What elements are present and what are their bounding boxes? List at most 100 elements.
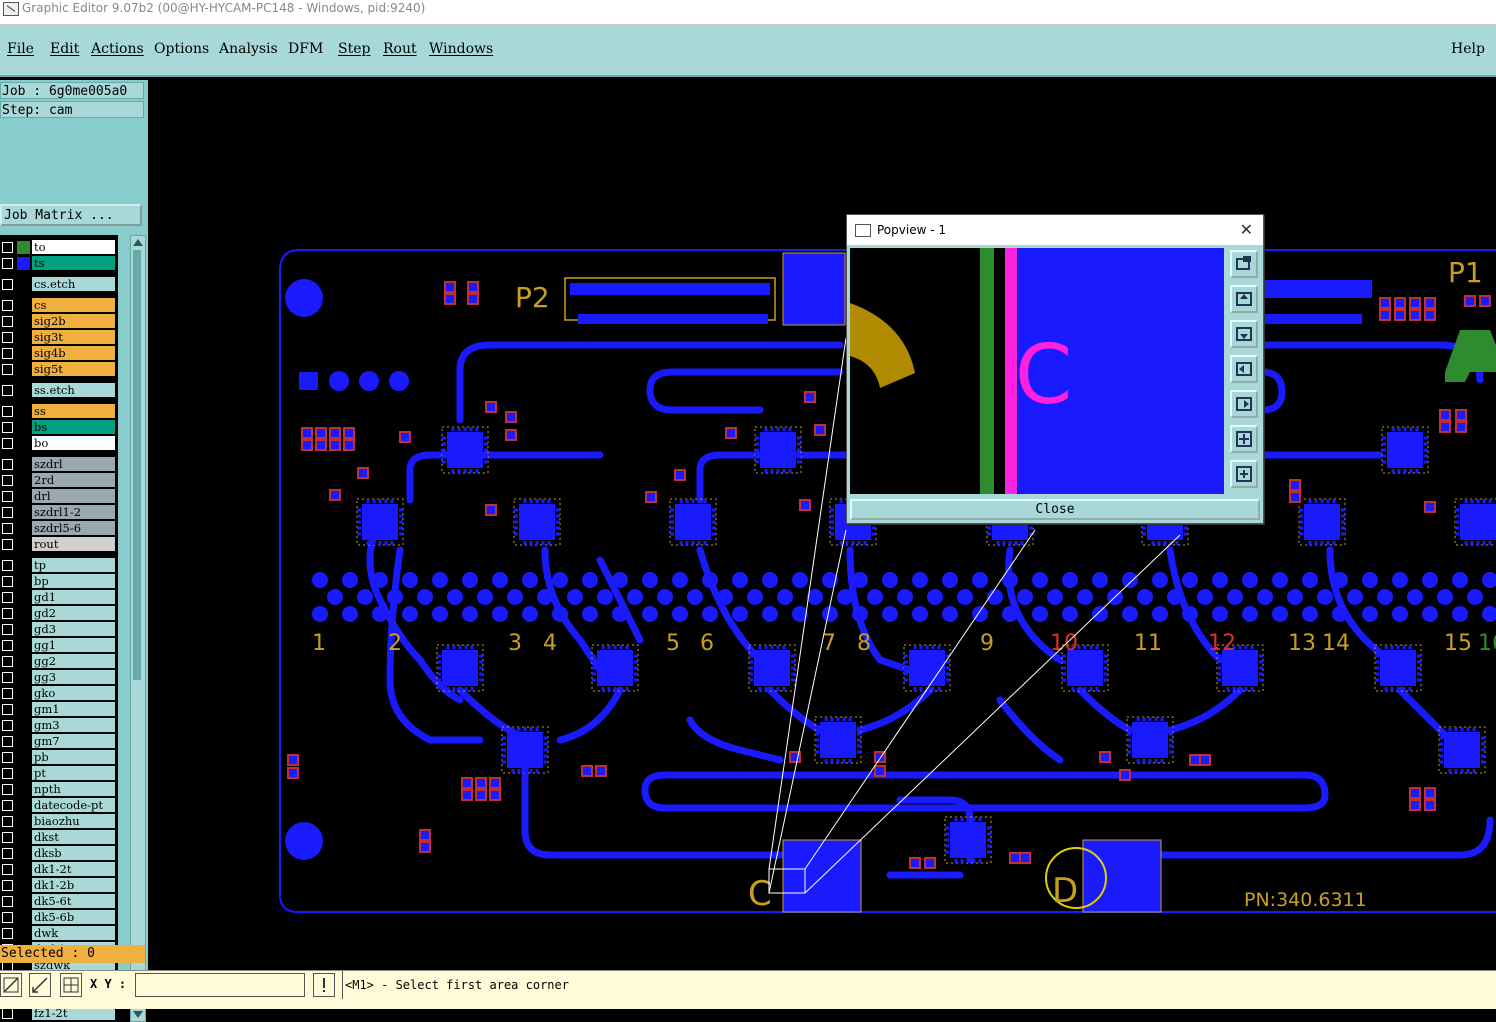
layer-color-swatch[interactable] xyxy=(17,895,30,908)
layer-row[interactable]: dksb xyxy=(0,846,118,861)
menu-options[interactable]: Options xyxy=(154,41,209,57)
layer-color-swatch[interactable] xyxy=(17,575,30,588)
layer-color-swatch[interactable] xyxy=(17,437,30,450)
layer-name[interactable]: dk5-6t xyxy=(32,894,115,908)
layer-color-swatch[interactable] xyxy=(17,687,30,700)
layer-checkbox[interactable] xyxy=(2,656,13,667)
layer-color-swatch[interactable] xyxy=(17,506,30,519)
layer-checkbox[interactable] xyxy=(2,316,13,327)
layer-checkbox[interactable] xyxy=(2,300,13,311)
select-mode-icon[interactable] xyxy=(0,973,22,997)
layer-checkbox[interactable] xyxy=(2,832,13,843)
layer-checkbox[interactable] xyxy=(2,720,13,731)
layer-row[interactable]: dk1-2t xyxy=(0,862,118,877)
layer-name[interactable]: gg1 xyxy=(32,638,115,652)
pan-right-icon[interactable] xyxy=(1230,390,1258,418)
layer-color-swatch[interactable] xyxy=(17,703,30,716)
layer-color-swatch[interactable] xyxy=(17,405,30,418)
layer-color-swatch[interactable] xyxy=(17,278,30,291)
layer-row[interactable]: gd1 xyxy=(0,590,118,605)
layer-row[interactable]: gg3 xyxy=(0,670,118,685)
layer-row[interactable]: datecode-pt xyxy=(0,798,118,813)
layer-name[interactable]: dkst xyxy=(32,830,115,844)
layer-name[interactable]: gg2 xyxy=(32,654,115,668)
layer-color-swatch[interactable] xyxy=(17,751,30,764)
layer-name[interactable]: gd1 xyxy=(32,590,115,604)
layer-row[interactable]: npth xyxy=(0,782,118,797)
layer-checkbox[interactable] xyxy=(2,848,13,859)
layer-name[interactable]: dksb xyxy=(32,846,115,860)
layer-color-swatch[interactable] xyxy=(17,783,30,796)
layer-color-swatch[interactable] xyxy=(17,719,30,732)
layer-checkbox[interactable] xyxy=(2,640,13,651)
layer-color-swatch[interactable] xyxy=(17,559,30,572)
layer-checkbox[interactable] xyxy=(2,912,13,923)
menu-help[interactable]: Help xyxy=(1451,41,1485,57)
layer-name[interactable]: sig4b xyxy=(32,346,115,360)
layer-name[interactable]: gd3 xyxy=(32,622,115,636)
layer-color-swatch[interactable] xyxy=(17,831,30,844)
scroll-up-icon[interactable] xyxy=(133,239,143,246)
layer-color-swatch[interactable] xyxy=(17,299,30,312)
layer-row[interactable]: bo xyxy=(0,436,118,451)
layer-color-swatch[interactable] xyxy=(17,655,30,668)
layer-name[interactable]: szdrl1-2 xyxy=(32,505,115,519)
grid-snap-icon[interactable] xyxy=(60,973,82,997)
layer-checkbox[interactable] xyxy=(2,491,13,502)
layer-row[interactable]: gm1 xyxy=(0,702,118,717)
layer-name[interactable]: dwk xyxy=(32,926,115,940)
layer-row[interactable]: biaozhu xyxy=(0,814,118,829)
layer-row[interactable]: ss.etch xyxy=(0,383,118,398)
layer-name[interactable]: rout xyxy=(32,537,115,551)
layer-name[interactable]: cs.etch xyxy=(32,277,115,291)
layer-color-swatch[interactable] xyxy=(17,879,30,892)
layer-name[interactable]: pb xyxy=(32,750,115,764)
scroll-down-icon[interactable] xyxy=(133,1011,143,1018)
layer-color-swatch[interactable] xyxy=(17,458,30,471)
layer-checkbox[interactable] xyxy=(2,364,13,375)
layer-scrollbar[interactable] xyxy=(130,235,146,1022)
zoom-out-icon[interactable] xyxy=(1230,460,1258,488)
layer-name[interactable]: ss.etch xyxy=(32,383,115,397)
layer-checkbox[interactable] xyxy=(2,459,13,470)
measure-icon[interactable] xyxy=(29,973,51,997)
layer-row[interactable]: ss xyxy=(0,404,118,419)
layer-row[interactable]: gm7 xyxy=(0,734,118,749)
layer-color-swatch[interactable] xyxy=(17,591,30,604)
layer-color-swatch[interactable] xyxy=(17,331,30,344)
menu-actions[interactable]: Actions xyxy=(91,41,144,57)
layer-checkbox[interactable] xyxy=(2,406,13,417)
layer-row[interactable]: to xyxy=(0,240,118,255)
menu-edit[interactable]: Edit xyxy=(50,41,79,57)
layer-name[interactable]: bp xyxy=(32,574,115,588)
layer-name[interactable]: dk1-2t xyxy=(32,862,115,876)
layer-row[interactable]: szdrl xyxy=(0,457,118,472)
layer-color-swatch[interactable] xyxy=(17,363,30,376)
layer-row[interactable]: gko xyxy=(0,686,118,701)
layer-checkbox[interactable] xyxy=(2,928,13,939)
menu-step[interactable]: Step xyxy=(338,41,370,57)
layer-row[interactable]: gg2 xyxy=(0,654,118,669)
layer-name[interactable]: gd2 xyxy=(32,606,115,620)
layer-checkbox[interactable] xyxy=(2,592,13,603)
layer-color-swatch[interactable] xyxy=(17,911,30,924)
layer-checkbox[interactable] xyxy=(2,672,13,683)
popview-close-button[interactable]: Close xyxy=(850,499,1260,520)
layer-checkbox[interactable] xyxy=(2,880,13,891)
menu-file[interactable]: File xyxy=(7,41,34,57)
layer-row[interactable]: pt xyxy=(0,766,118,781)
menu-analysis[interactable]: Analysis xyxy=(219,41,278,57)
layer-color-swatch[interactable] xyxy=(17,522,30,535)
layer-checkbox[interactable] xyxy=(2,1008,13,1019)
layer-color-swatch[interactable] xyxy=(17,474,30,487)
layer-row[interactable]: gm3 xyxy=(0,718,118,733)
layer-name[interactable]: datecode-pt xyxy=(32,798,115,812)
layer-name[interactable]: npth xyxy=(32,782,115,796)
layer-checkbox[interactable] xyxy=(2,560,13,571)
layer-row[interactable]: drl xyxy=(0,489,118,504)
layer-color-swatch[interactable] xyxy=(17,490,30,503)
layer-color-swatch[interactable] xyxy=(17,927,30,940)
layer-checkbox[interactable] xyxy=(2,422,13,433)
layer-color-swatch[interactable] xyxy=(17,384,30,397)
popview-fit-icon[interactable] xyxy=(1230,250,1258,278)
